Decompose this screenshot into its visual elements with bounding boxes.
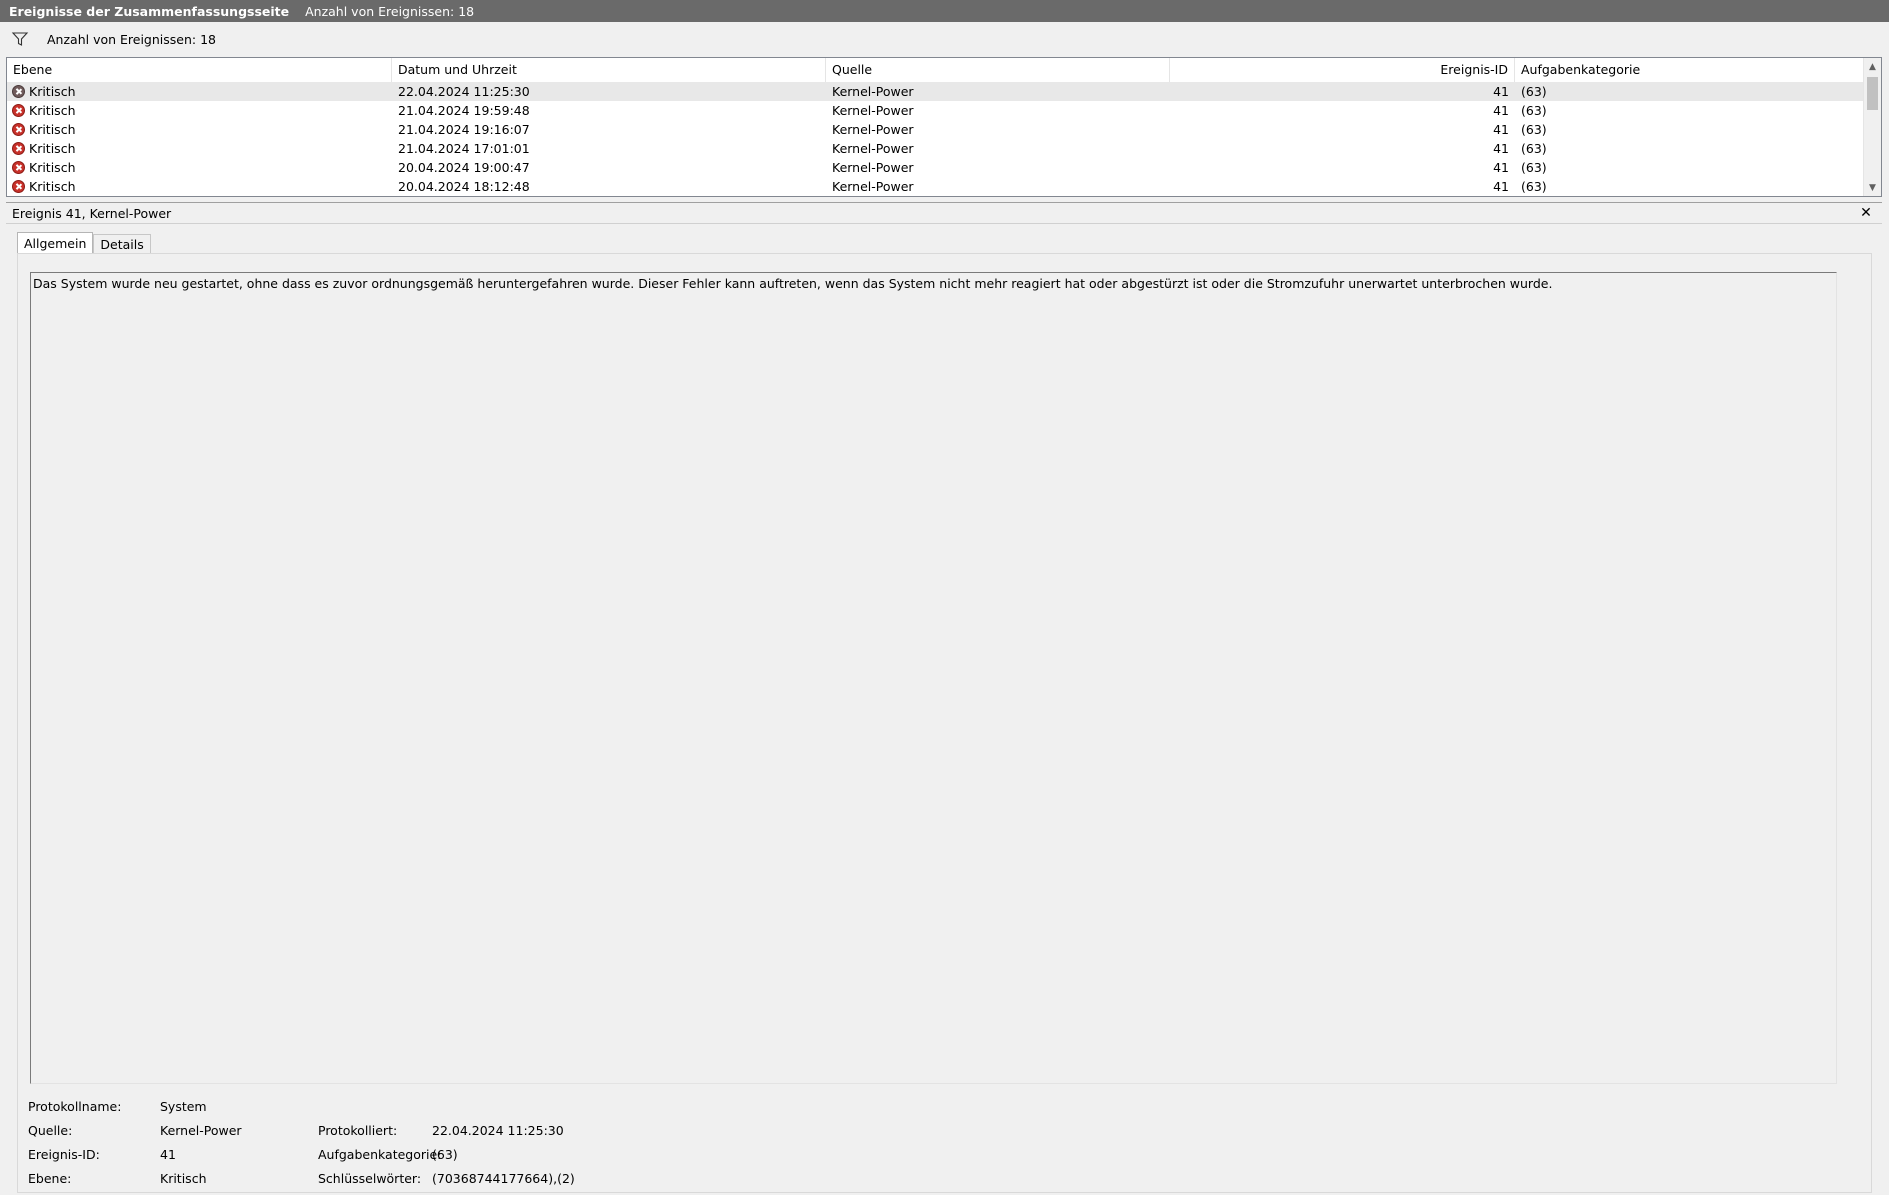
source-cell: Kernel-Power <box>832 84 914 99</box>
event-description[interactable]: Das System wurde neu gestartet, ohne das… <box>30 272 1837 1084</box>
level-cell: Kritisch <box>7 120 392 139</box>
filter-bar: Anzahl von Ereignissen: 18 <box>6 27 216 51</box>
general-tab-panel: Das System wurde neu gestartet, ohne das… <box>17 253 1872 1193</box>
log-name-value: System <box>160 1099 207 1114</box>
level-cell: Kritisch <box>7 101 392 120</box>
source-cell: Kernel-Power <box>832 122 914 137</box>
grid-rows: Kritisch 22.04.2024 11:25:30 Kernel-Powe… <box>7 82 1863 196</box>
task-category-cell: (63) <box>1521 103 1547 118</box>
critical-error-icon <box>12 85 25 98</box>
task-category-value: (63) <box>432 1147 458 1162</box>
level-label: Ebene: <box>28 1171 72 1186</box>
table-row[interactable]: Kritisch 21.04.2024 19:59:48 Kernel-Powe… <box>7 101 1863 120</box>
datetime-cell: 22.04.2024 11:25:30 <box>398 84 530 99</box>
column-header-source[interactable]: Quelle <box>826 58 1170 82</box>
events-grid[interactable]: Ebene Datum und Uhrzeit Quelle Ereignis-… <box>6 57 1882 197</box>
summary-title-bar: Ereignisse der Zusammenfassungsseite Anz… <box>0 0 1889 22</box>
datetime-cell: 20.04.2024 19:00:47 <box>398 160 530 175</box>
funnel-icon[interactable] <box>11 31 29 47</box>
datetime-cell: 21.04.2024 19:16:07 <box>398 122 530 137</box>
column-header-event-id[interactable]: Ereignis-ID <box>1170 58 1515 82</box>
datetime-cell: 21.04.2024 19:59:48 <box>398 103 530 118</box>
task-category-cell: (63) <box>1521 84 1547 99</box>
task-category-label: Aufgabenkategorie: <box>318 1147 442 1162</box>
level-cell: Kritisch <box>7 82 392 101</box>
event-detail-title: Ereignis 41, Kernel-Power <box>12 205 172 221</box>
source-value: Kernel-Power <box>160 1123 242 1138</box>
keywords-value: (70368744177664),(2) <box>432 1171 575 1186</box>
table-row[interactable]: Kritisch 20.04.2024 19:00:47 Kernel-Powe… <box>7 158 1863 177</box>
column-header-datetime[interactable]: Datum und Uhrzeit <box>392 58 826 82</box>
event-id-cell: 41 <box>1493 122 1509 137</box>
critical-error-icon <box>12 123 25 136</box>
event-detail-header: Ereignis 41, Kernel-Power ✕ <box>6 202 1882 224</box>
event-id-cell: 41 <box>1493 141 1509 156</box>
datetime-cell: 21.04.2024 17:01:01 <box>398 141 530 156</box>
event-id-cell: 41 <box>1493 84 1509 99</box>
tab-details[interactable]: Details <box>93 234 151 255</box>
event-id-cell: 41 <box>1493 103 1509 118</box>
log-name-label: Protokollname: <box>28 1099 122 1114</box>
table-row[interactable]: Kritisch 21.04.2024 17:01:01 Kernel-Powe… <box>7 139 1863 158</box>
tab-general[interactable]: Allgemein <box>17 232 94 255</box>
critical-error-icon <box>12 161 25 174</box>
event-id-value: 41 <box>160 1147 176 1162</box>
logged-label: Protokolliert: <box>318 1123 398 1138</box>
critical-error-icon <box>12 104 25 117</box>
table-row[interactable]: Kritisch 21.04.2024 19:16:07 Kernel-Powe… <box>7 120 1863 139</box>
table-row[interactable]: Kritisch 22.04.2024 11:25:30 Kernel-Powe… <box>7 82 1863 101</box>
logged-value: 22.04.2024 11:25:30 <box>432 1123 564 1138</box>
critical-error-icon <box>12 180 25 193</box>
source-cell: Kernel-Power <box>832 141 914 156</box>
task-category-cell: (63) <box>1521 179 1547 194</box>
source-cell: Kernel-Power <box>832 103 914 118</box>
source-cell: Kernel-Power <box>832 179 914 194</box>
close-icon[interactable]: ✕ <box>1858 205 1874 221</box>
source-cell: Kernel-Power <box>832 160 914 175</box>
keywords-label: Schlüsselwörter: <box>318 1171 422 1186</box>
scroll-thumb[interactable] <box>1867 77 1878 110</box>
task-category-cell: (63) <box>1521 141 1547 156</box>
column-header-level[interactable]: Ebene <box>7 58 392 82</box>
summary-event-count: Anzahl von Ereignissen: 18 <box>305 3 475 19</box>
level-cell: Kritisch <box>7 158 392 177</box>
scroll-down-arrow-icon[interactable]: ▼ <box>1864 179 1881 196</box>
event-id-cell: 41 <box>1493 160 1509 175</box>
filter-event-count: Anzahl von Ereignissen: 18 <box>47 31 216 47</box>
summary-title: Ereignisse der Zusammenfassungsseite <box>9 3 290 19</box>
table-row[interactable]: Kritisch 20.04.2024 18:12:48 Kernel-Powe… <box>7 177 1863 196</box>
task-category-cell: (63) <box>1521 160 1547 175</box>
grid-header: Ebene Datum und Uhrzeit Quelle Ereignis-… <box>7 58 1863 83</box>
scroll-up-arrow-icon[interactable]: ▲ <box>1864 58 1881 75</box>
level-cell: Kritisch <box>7 177 392 196</box>
event-id-label: Ereignis-ID: <box>28 1147 100 1162</box>
source-label: Quelle: <box>28 1123 73 1138</box>
level-cell: Kritisch <box>7 139 392 158</box>
grid-vertical-scrollbar[interactable]: ▲ ▼ <box>1863 58 1881 196</box>
task-category-cell: (63) <box>1521 122 1547 137</box>
event-id-cell: 41 <box>1493 179 1509 194</box>
level-value: Kritisch <box>160 1171 207 1186</box>
detail-tabs: Allgemein Details <box>17 232 151 255</box>
datetime-cell: 20.04.2024 18:12:48 <box>398 179 530 194</box>
column-header-task-category[interactable]: Aufgabenkategorie <box>1515 58 1863 82</box>
critical-error-icon <box>12 142 25 155</box>
